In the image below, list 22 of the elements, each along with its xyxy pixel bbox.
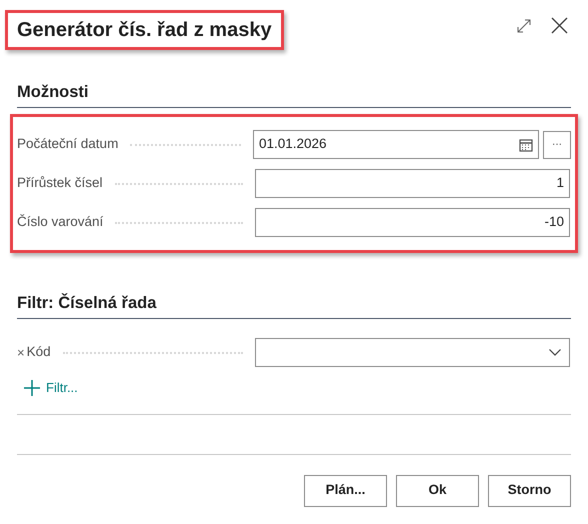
field-label: Přírůstek čísel bbox=[17, 174, 103, 192]
field-label: Číslo varování bbox=[17, 213, 104, 232]
dialog-title: Generátor čís. řad z masky bbox=[17, 18, 272, 42]
section-heading: Možnosti bbox=[17, 82, 571, 108]
number-field[interactable]: -10 bbox=[255, 208, 570, 237]
number-field[interactable]: 1 bbox=[255, 169, 570, 198]
chevron-down-icon bbox=[549, 349, 561, 356]
more-options-button[interactable]: ··· bbox=[543, 130, 571, 158]
expand-icon[interactable] bbox=[517, 19, 531, 33]
field-label: Počáteční datum bbox=[17, 135, 118, 154]
date-field[interactable]: 01.01.2026 bbox=[253, 130, 539, 159]
calendar-icon bbox=[519, 138, 533, 152]
remove-filter-button[interactable]: × bbox=[17, 346, 25, 359]
field-label: Kód bbox=[26, 343, 51, 362]
dialog-button[interactable]: Plán... bbox=[304, 474, 387, 506]
close-icon[interactable] bbox=[551, 17, 568, 34]
dialog-button[interactable]: Ok bbox=[396, 474, 479, 506]
plus-icon bbox=[24, 380, 40, 396]
section-heading: Filtr: Číselná řada bbox=[17, 293, 571, 319]
add-filter-link[interactable]: Filtr... bbox=[24, 378, 78, 398]
dialog-button[interactable]: Storno bbox=[488, 474, 571, 506]
dropdown-field[interactable] bbox=[255, 338, 570, 367]
